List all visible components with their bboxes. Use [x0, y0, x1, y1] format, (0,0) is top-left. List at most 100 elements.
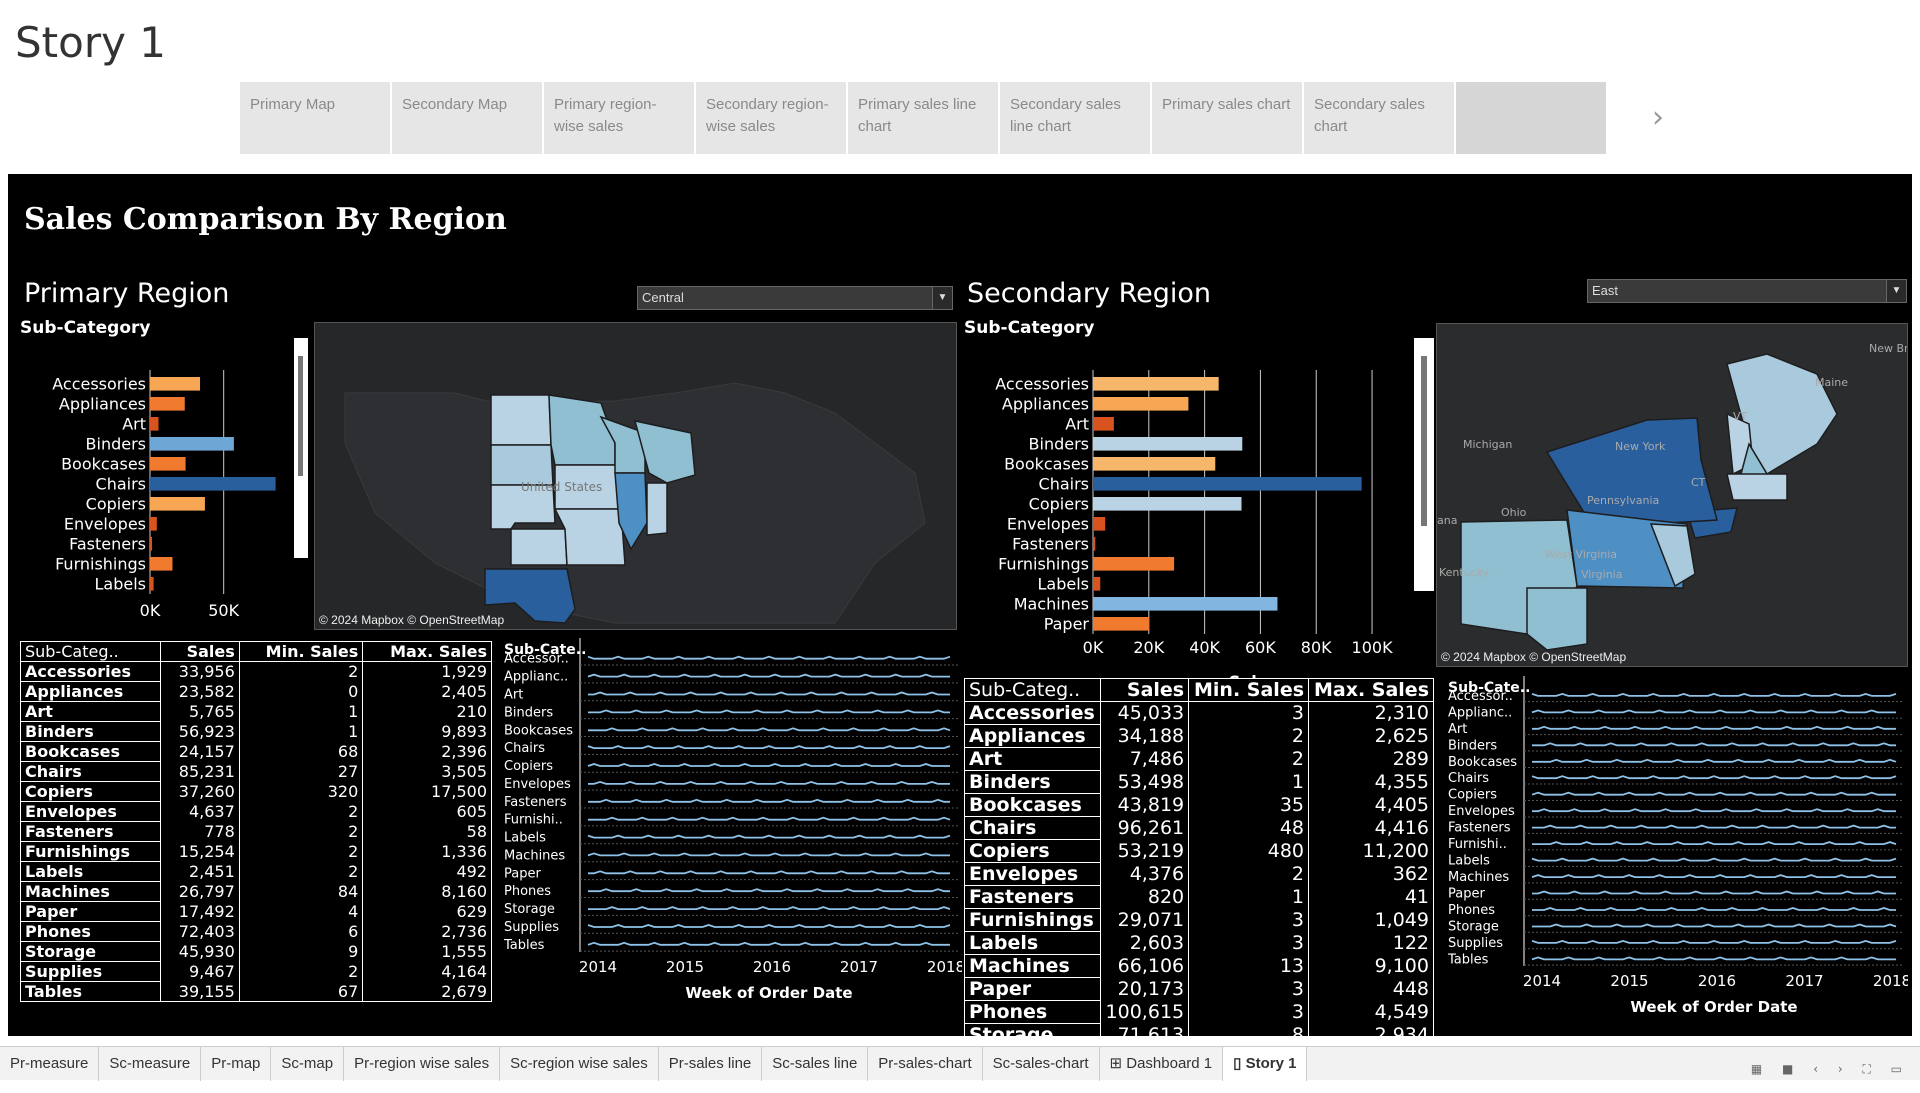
- bar[interactable]: [1093, 517, 1106, 531]
- region-indiana[interactable]: [646, 482, 668, 536]
- region-south-dakota[interactable]: [490, 444, 554, 486]
- sheet-tab[interactable]: Pr-measure: [0, 1046, 100, 1081]
- bar[interactable]: [150, 457, 186, 471]
- view-controls[interactable]: ▦ ■ ‹ › ⛶ ▭: [1751, 1062, 1910, 1077]
- sheet-tab[interactable]: Sc-map: [271, 1046, 345, 1081]
- secondary-map-svg: New Brunswi Maine VT Michigan New York Pennsy…: [1437, 324, 1907, 666]
- bar[interactable]: [1093, 537, 1096, 551]
- bar[interactable]: [150, 437, 234, 451]
- series-line[interactable]: [1532, 824, 1896, 829]
- bar[interactable]: [1093, 457, 1216, 471]
- series-line[interactable]: [587, 834, 951, 839]
- series-line[interactable]: [1531, 775, 1897, 780]
- story-tab[interactable]: Primary sales line chart: [848, 82, 998, 154]
- region-west-virginia[interactable]: [1526, 587, 1588, 651]
- scrollbar-thumb[interactable]: [1421, 356, 1427, 526]
- bar[interactable]: [1093, 577, 1101, 591]
- bar[interactable]: [1093, 597, 1278, 611]
- series-line[interactable]: [588, 870, 950, 875]
- series-line[interactable]: [1532, 808, 1896, 813]
- series-line[interactable]: [1532, 725, 1896, 730]
- sheet-tab[interactable]: Sc-sales-chart: [983, 1046, 1100, 1081]
- series-line[interactable]: [1532, 841, 1897, 845]
- bar[interactable]: [150, 497, 205, 511]
- bar[interactable]: [150, 397, 185, 411]
- series-line[interactable]: [1532, 923, 1897, 928]
- bar[interactable]: [150, 517, 157, 531]
- story-tab[interactable]: [1456, 82, 1606, 154]
- bar[interactable]: [1093, 557, 1175, 571]
- series-line[interactable]: [1532, 890, 1896, 895]
- sheet-tab[interactable]: ⊞ Dashboard 1: [1100, 1046, 1224, 1081]
- series-line[interactable]: [1531, 791, 1896, 796]
- table-cell: 778: [159, 821, 240, 842]
- bar[interactable]: [1093, 437, 1243, 451]
- series-line[interactable]: [587, 763, 950, 767]
- bar[interactable]: [1093, 377, 1219, 391]
- sheet-tab[interactable]: Sc-region wise sales: [500, 1046, 659, 1081]
- story-tab[interactable]: Primary sales chart: [1152, 82, 1302, 154]
- series-line[interactable]: [588, 727, 951, 732]
- chevron-right-icon[interactable]: ›: [1652, 100, 1664, 135]
- series-line[interactable]: [588, 691, 950, 696]
- bar[interactable]: [150, 557, 173, 571]
- series-line[interactable]: [587, 745, 951, 749]
- bar[interactable]: [1093, 417, 1114, 431]
- sheet-tab[interactable]: Sc-sales line: [762, 1046, 869, 1081]
- bar[interactable]: [150, 477, 276, 491]
- primary-map[interactable]: United States © 2024 Mapbox © OpenStreet…: [314, 322, 957, 630]
- scrollbar-thumb[interactable]: [298, 356, 303, 476]
- story-tab[interactable]: Secondary sales line chart: [1000, 82, 1150, 154]
- sheet-tab[interactable]: Pr-map: [201, 1046, 272, 1081]
- series-label: Fasteners: [504, 795, 567, 810]
- region-massachusetts[interactable]: [1726, 473, 1788, 501]
- series-line[interactable]: [588, 709, 950, 714]
- story-tab[interactable]: Secondary region-wise sales: [696, 82, 846, 154]
- series-line[interactable]: [1532, 742, 1896, 747]
- story-tab[interactable]: Primary Map: [240, 82, 390, 154]
- series-line[interactable]: [588, 816, 951, 821]
- series-line[interactable]: [1531, 939, 1897, 944]
- primary-region-filter[interactable]: Central ▼: [637, 286, 953, 310]
- series-line[interactable]: [588, 780, 950, 785]
- bar[interactable]: [1093, 397, 1189, 411]
- series-line[interactable]: [588, 906, 951, 910]
- story-tab[interactable]: Primary region-wise sales: [544, 82, 694, 154]
- series-line[interactable]: [587, 852, 950, 857]
- chevron-down-icon[interactable]: ▼: [1886, 280, 1906, 302]
- region-north-dakota[interactable]: [490, 394, 552, 446]
- sheet-tab[interactable]: ▯ Story 1: [1223, 1046, 1308, 1081]
- series-line[interactable]: [1531, 709, 1896, 714]
- bar[interactable]: [1093, 617, 1150, 631]
- scrollbar[interactable]: [294, 338, 308, 558]
- series-line[interactable]: [1532, 907, 1896, 911]
- sheet-tab[interactable]: Pr-sales line: [659, 1046, 763, 1081]
- series-line[interactable]: [587, 655, 951, 660]
- series-line[interactable]: [1531, 874, 1896, 878]
- sheet-tab[interactable]: Pr-sales-chart: [868, 1046, 983, 1081]
- series-line[interactable]: [588, 798, 950, 803]
- series-line[interactable]: [1531, 692, 1897, 697]
- series-line[interactable]: [587, 941, 950, 946]
- region-kansas[interactable]: [510, 528, 568, 566]
- sheet-tab[interactable]: Pr-region wise sales: [344, 1046, 501, 1081]
- story-tab[interactable]: Secondary Map: [392, 82, 542, 154]
- sheet-tab[interactable]: Sc-measure: [99, 1046, 202, 1081]
- scrollbar[interactable]: [1414, 338, 1434, 591]
- story-tab[interactable]: Secondary sales chart: [1304, 82, 1454, 154]
- secondary-map[interactable]: New Brunswi Maine VT Michigan New York Pennsy…: [1436, 323, 1908, 667]
- series-line[interactable]: [1532, 758, 1897, 763]
- bar[interactable]: [1093, 477, 1362, 491]
- chevron-down-icon[interactable]: ▼: [932, 287, 952, 309]
- bar[interactable]: [150, 537, 152, 551]
- series-line[interactable]: [1531, 956, 1896, 961]
- bar[interactable]: [150, 577, 154, 591]
- bar[interactable]: [1093, 497, 1242, 511]
- bar[interactable]: [150, 417, 159, 431]
- series-line[interactable]: [587, 924, 951, 928]
- series-line[interactable]: [587, 673, 950, 678]
- series-line[interactable]: [588, 888, 950, 893]
- series-line[interactable]: [1531, 857, 1897, 862]
- bar[interactable]: [150, 377, 201, 391]
- secondary-region-filter[interactable]: East ▼: [1587, 279, 1907, 303]
